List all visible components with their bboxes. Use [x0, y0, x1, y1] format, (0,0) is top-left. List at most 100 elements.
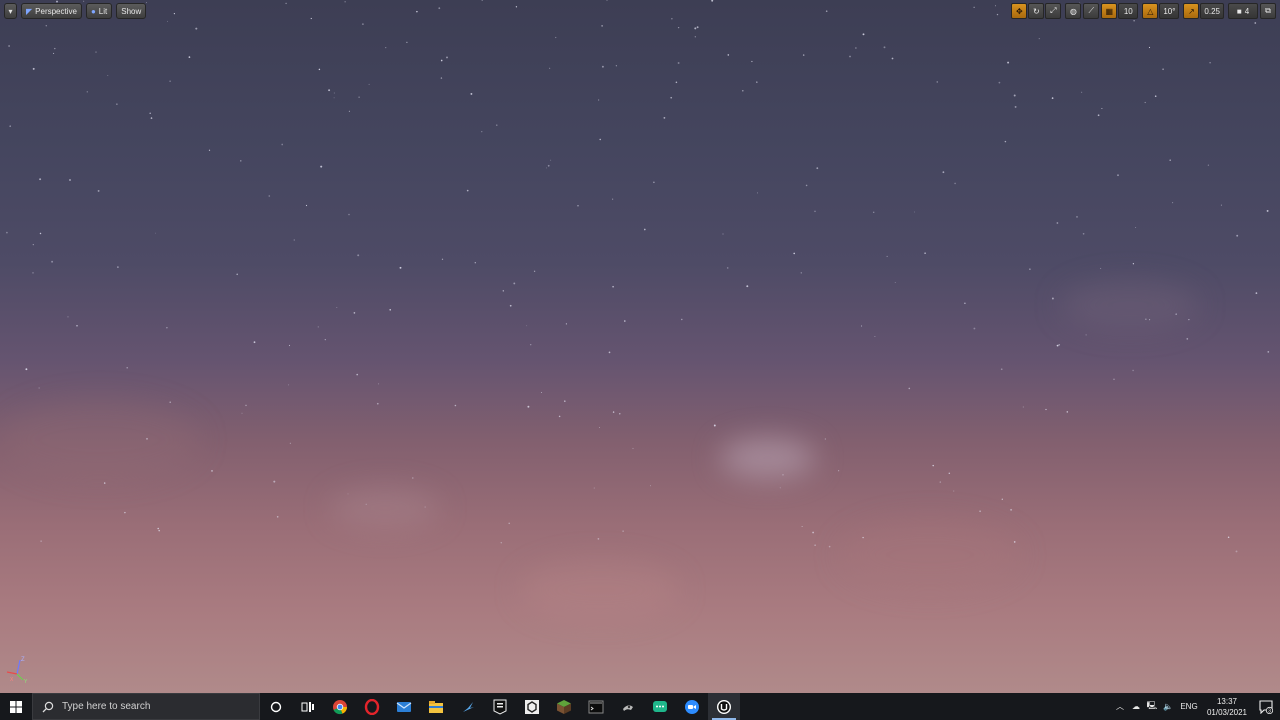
chat-bubble-icon	[653, 700, 667, 712]
star	[681, 318, 683, 321]
star	[746, 285, 749, 288]
action-center-button[interactable]: 3	[1252, 699, 1280, 714]
surface-snap-button[interactable]: ⟋	[1083, 3, 1100, 19]
maximize-viewport-button[interactable]: ⧉	[1260, 3, 1276, 19]
star	[440, 77, 443, 79]
star	[466, 189, 469, 192]
taskbar-app-steam[interactable]	[452, 693, 484, 720]
star	[158, 529, 160, 532]
rotate-mode-button[interactable]: ↻	[1028, 3, 1045, 19]
taskbar-app-opera[interactable]	[356, 693, 388, 720]
taskbar-app-terminal[interactable]	[580, 693, 612, 720]
network-icon: 🖳	[1146, 700, 1158, 710]
star	[742, 90, 744, 92]
star	[862, 33, 865, 36]
star	[801, 526, 803, 528]
star	[328, 89, 331, 92]
starfield	[6, 0, 1270, 553]
star	[1132, 369, 1134, 372]
taskbar-app-epic-games[interactable]	[484, 693, 516, 720]
taskbar-app-file-explorer[interactable]	[420, 693, 452, 720]
star	[653, 181, 655, 184]
star	[1081, 91, 1083, 93]
grid-snap-value[interactable]: 10	[1118, 3, 1139, 19]
star	[1038, 38, 1040, 40]
scale-snap-toggle[interactable]: ↗	[1183, 3, 1200, 19]
star	[32, 272, 34, 274]
lit-button[interactable]: ● Lit	[85, 3, 113, 19]
star	[276, 516, 279, 518]
star	[169, 80, 171, 82]
rotation-snap-toggle[interactable]: △	[1142, 3, 1159, 19]
star	[608, 351, 611, 354]
star	[1058, 343, 1061, 346]
taskbar-search-box[interactable]: Type here to search	[32, 693, 260, 720]
star	[1266, 209, 1269, 212]
star	[97, 189, 100, 192]
star	[862, 536, 864, 539]
star	[802, 54, 805, 56]
camera-speed-button[interactable]: ■ 4	[1228, 3, 1258, 19]
taskbar-app-messaging[interactable]	[644, 693, 676, 720]
star	[891, 57, 894, 60]
taskbar-app-mail[interactable]	[388, 693, 420, 720]
star	[496, 124, 498, 126]
scale-icon: ⤢	[1050, 6, 1057, 15]
star	[874, 335, 876, 338]
notification-count: 3	[1268, 708, 1271, 714]
star	[1188, 318, 1190, 321]
taskbar-app-chrome[interactable]	[324, 693, 356, 720]
star	[883, 46, 886, 49]
volume-button[interactable]: 🔈	[1160, 702, 1176, 711]
star	[549, 67, 551, 69]
taskbar-app-unreal-engine[interactable]	[708, 693, 740, 720]
star	[169, 401, 171, 403]
star	[713, 424, 716, 427]
taskbar-app-unity[interactable]	[516, 693, 548, 720]
star	[953, 490, 955, 492]
taskbar-app-mouse[interactable]	[612, 693, 644, 720]
scale-mode-button[interactable]: ⤢	[1045, 3, 1062, 19]
taskbar-app-zoom[interactable]	[676, 693, 708, 720]
grid-snap-toggle[interactable]: ▦	[1101, 3, 1118, 19]
perspective-button[interactable]: ◤ Perspective	[21, 3, 82, 19]
star	[208, 149, 211, 151]
star	[593, 487, 595, 489]
star	[389, 309, 391, 311]
task-view-button[interactable]	[292, 693, 324, 720]
coordinate-system-button[interactable]: ◍	[1065, 3, 1082, 19]
taskbar-clock[interactable]: 13:37 01/03/2021	[1202, 696, 1252, 718]
star	[828, 545, 831, 548]
star	[1149, 319, 1151, 321]
show-hidden-icons-button[interactable]: ︿	[1112, 701, 1128, 712]
star	[39, 232, 42, 235]
star	[1207, 164, 1210, 166]
star	[481, 0, 483, 2]
level-viewport[interactable]: ▾ ◤ Perspective ● Lit Show ✥ ↻ ⤢ ◍ ⟋ ▦ 1…	[0, 0, 1280, 693]
star	[438, 7, 441, 10]
taskbar-app-minecraft[interactable]	[548, 693, 580, 720]
show-button[interactable]: Show	[116, 3, 147, 19]
star	[470, 92, 473, 95]
language-indicator[interactable]: ENG	[1176, 702, 1202, 711]
cortana-button[interactable]	[260, 693, 292, 720]
onedrive-button[interactable]: ☁	[1128, 702, 1144, 711]
star	[995, 5, 996, 7]
star	[149, 112, 151, 114]
scale-snap-value[interactable]: 0.25	[1200, 3, 1224, 19]
star	[253, 341, 256, 344]
star	[1148, 46, 1151, 49]
windows-logo-icon	[10, 700, 22, 713]
network-button[interactable]: 🖳	[1144, 700, 1160, 714]
translate-mode-button[interactable]: ✥	[1011, 3, 1028, 19]
rotation-snap-value[interactable]: 10°	[1159, 3, 1180, 19]
star	[1085, 334, 1087, 336]
axis-y-label: Y	[24, 679, 28, 684]
mouse-app-icon	[623, 704, 633, 711]
viewport-options-dropdown[interactable]: ▾	[4, 3, 17, 19]
start-button[interactable]	[0, 693, 32, 720]
star	[509, 304, 512, 307]
star	[1101, 107, 1103, 110]
star	[942, 171, 945, 174]
star	[1014, 105, 1017, 108]
